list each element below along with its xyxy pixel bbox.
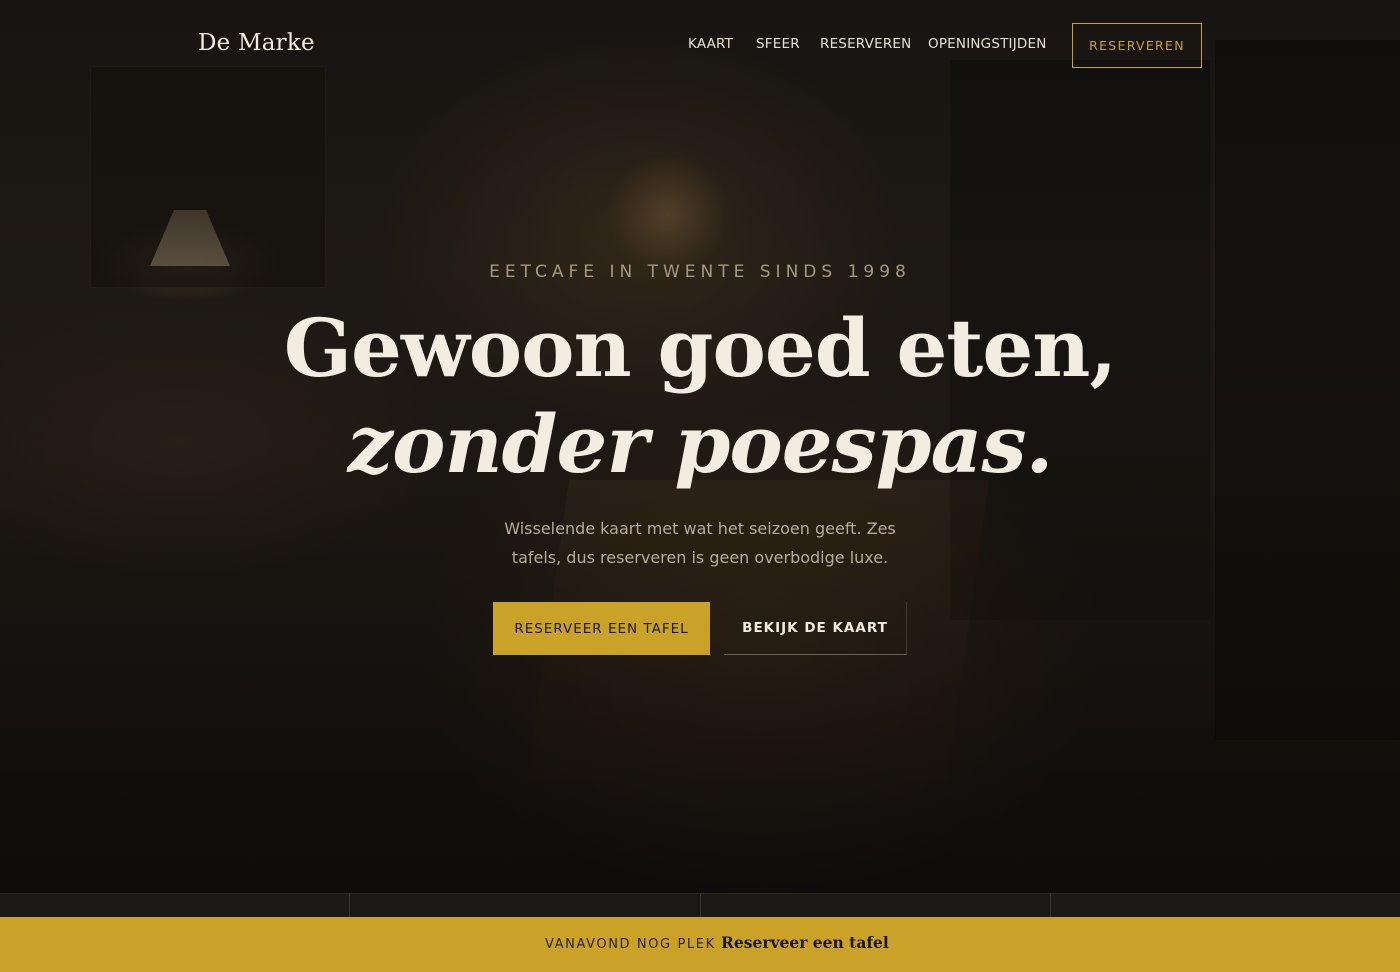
view-menu-button[interactable]: BEKIJK DE KAART: [724, 602, 907, 655]
nav-link-sfeer[interactable]: SFEER: [756, 36, 800, 52]
strip-divider: [349, 894, 350, 918]
nav-link-reserveren[interactable]: RESERVEREN: [820, 36, 911, 52]
hero-headline: Gewoon goed eten, zonder poespas.: [0, 300, 1400, 492]
hero-subtitle: Wisselende kaart met wat het seizoen gee…: [504, 519, 896, 567]
header-reserve-button[interactable]: RESERVEREN: [1072, 23, 1202, 68]
strip-divider: [700, 894, 701, 918]
hero-eyebrow: EETCAFE IN TWENTE SINDS 1998: [489, 262, 911, 282]
availability-label: VANAVOND NOG PLEK: [545, 937, 716, 952]
availability-bar: VANAVOND NOG PLEK Reserveer een tafel: [0, 917, 1400, 972]
section-divider-strip: [0, 893, 1400, 918]
nav-link-kaart[interactable]: KAART: [688, 36, 733, 52]
nav-link-openingstijden[interactable]: OPENINGSTIJDEN: [928, 36, 1047, 52]
site-logo[interactable]: De Marke: [198, 30, 315, 56]
headline-line-2: zonder poespas.: [347, 397, 1054, 491]
headline-line-1: Gewoon goed eten,: [283, 301, 1118, 395]
availability-reserve-link[interactable]: Reserveer een tafel: [721, 933, 889, 952]
reserve-table-button[interactable]: RESERVEER EEN TAFEL: [493, 602, 710, 655]
strip-divider: [1050, 894, 1051, 918]
